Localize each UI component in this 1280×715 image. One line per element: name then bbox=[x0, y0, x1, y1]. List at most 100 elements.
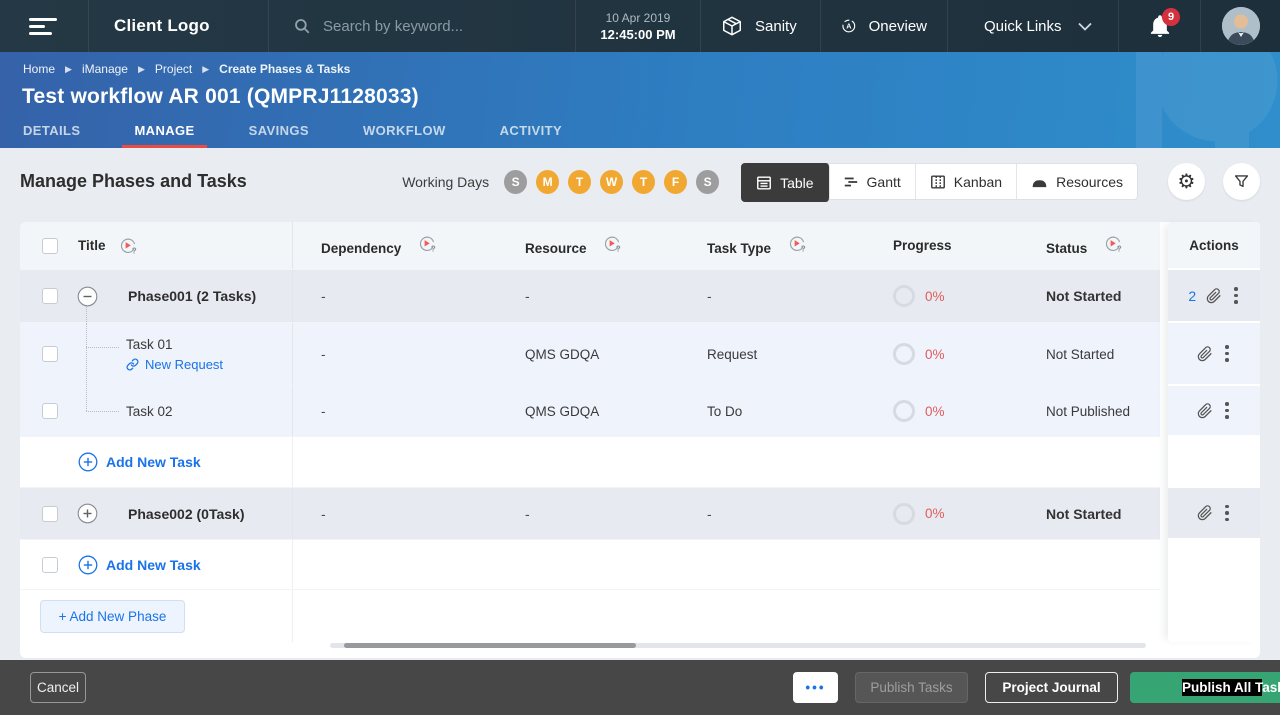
datetime-display: 10 Apr 2019 12:45:00 PM bbox=[575, 0, 700, 52]
cancel-button[interactable]: Cancel bbox=[30, 672, 86, 703]
add-new-task-button[interactable]: Add New Task bbox=[106, 454, 201, 470]
view-button-resources[interactable]: Resources bbox=[1017, 164, 1137, 199]
row-checkbox[interactable] bbox=[42, 403, 58, 419]
title-help-play-icon[interactable]: ? bbox=[119, 237, 137, 255]
horizontal-scrollbar-track[interactable] bbox=[330, 643, 1146, 648]
search-icon bbox=[293, 17, 311, 35]
dependency-value: - bbox=[321, 288, 326, 304]
tab-savings[interactable]: SAVINGS bbox=[237, 115, 321, 148]
notifications-button[interactable]: 9 bbox=[1118, 0, 1200, 52]
phase-title[interactable]: Phase002 (0Task) bbox=[128, 506, 244, 522]
search-input[interactable] bbox=[323, 18, 543, 35]
quick-links-label: Quick Links bbox=[984, 18, 1062, 35]
sanity-label: Sanity bbox=[755, 18, 797, 35]
resource-value: - bbox=[525, 506, 530, 522]
phases-tasks-table: Title ? Dependency ? Resource ? bbox=[20, 222, 1260, 658]
publish-all-highlighted-text: Publish All T bbox=[1182, 679, 1262, 696]
nav-item-oneview[interactable]: A Oneview bbox=[820, 0, 947, 52]
view-switcher: Table Gantt Kanban Resources bbox=[741, 163, 1138, 200]
column-header-resource: Resource bbox=[525, 241, 587, 256]
page-tabs: DETAILS MANAGE SAVINGS WORKFLOW ACTIVITY bbox=[11, 115, 1280, 148]
add-task-plus-icon[interactable] bbox=[78, 555, 98, 575]
task-type-value: - bbox=[707, 506, 712, 522]
search-bar[interactable] bbox=[268, 0, 575, 52]
oneview-label: Oneview bbox=[869, 18, 927, 35]
progress-ring bbox=[893, 503, 915, 525]
hamburger-menu-icon[interactable] bbox=[29, 14, 59, 39]
task-title[interactable]: Task 01 bbox=[126, 337, 223, 352]
project-journal-button[interactable]: Project Journal bbox=[985, 672, 1118, 703]
working-days-label: Working Days bbox=[402, 174, 489, 190]
day-badge-tuesday[interactable]: T bbox=[568, 170, 591, 194]
view-button-table[interactable]: Table bbox=[741, 163, 829, 202]
filter-button[interactable] bbox=[1223, 163, 1260, 200]
kebab-menu-icon[interactable] bbox=[1223, 503, 1231, 524]
select-all-checkbox[interactable] bbox=[42, 238, 58, 254]
task-request-link[interactable]: New Request bbox=[126, 357, 223, 372]
tab-workflow[interactable]: WORKFLOW bbox=[351, 115, 458, 148]
actions-cell-empty bbox=[1168, 437, 1260, 488]
kebab-menu-icon[interactable] bbox=[1223, 400, 1231, 421]
horizontal-scrollbar-thumb[interactable] bbox=[344, 643, 636, 648]
publish-all-tasks-button[interactable]: Publish All Tasks bbox=[1130, 672, 1280, 703]
day-badge-saturday[interactable]: S bbox=[696, 170, 719, 194]
add-new-task-button[interactable]: Add New Task bbox=[106, 557, 201, 573]
resource-value: QMS GDQA bbox=[525, 347, 599, 362]
paperclip-icon[interactable] bbox=[1197, 346, 1213, 362]
breadcrumb-separator-icon: ▶ bbox=[65, 64, 72, 75]
user-avatar[interactable] bbox=[1222, 7, 1260, 45]
paperclip-icon[interactable] bbox=[1206, 288, 1222, 304]
notification-count-badge: 9 bbox=[1162, 8, 1180, 26]
task-type-help-play-icon[interactable]: ? bbox=[788, 235, 806, 253]
publish-tasks-button[interactable]: Publish Tasks bbox=[855, 672, 968, 703]
phase-title[interactable]: Phase001 (2 Tasks) bbox=[128, 288, 256, 304]
attachment-count-link[interactable]: 2 bbox=[1188, 288, 1196, 304]
row-checkbox[interactable] bbox=[42, 557, 58, 573]
day-badge-wednesday[interactable]: W bbox=[600, 170, 623, 194]
page-header: Home ▶ iManage ▶ Project ▶ Create Phases… bbox=[0, 52, 1280, 148]
table-header-row: Title ? Dependency ? Resource ? bbox=[20, 222, 1160, 270]
task-title[interactable]: Task 02 bbox=[126, 404, 173, 419]
dependency-help-play-icon[interactable]: ? bbox=[418, 235, 436, 253]
row-checkbox[interactable] bbox=[42, 346, 58, 362]
kebab-menu-icon[interactable] bbox=[1232, 285, 1240, 306]
tab-activity[interactable]: ACTIVITY bbox=[488, 115, 574, 148]
row-checkbox[interactable] bbox=[42, 288, 58, 304]
tab-details[interactable]: DETAILS bbox=[11, 115, 92, 148]
cube-icon bbox=[721, 15, 743, 37]
breadcrumb-imanage[interactable]: iManage bbox=[82, 62, 128, 76]
row-checkbox[interactable] bbox=[42, 506, 58, 522]
settings-button[interactable]: ⚙ bbox=[1168, 163, 1205, 200]
tab-manage[interactable]: MANAGE bbox=[122, 115, 206, 148]
day-badge-sunday[interactable]: S bbox=[504, 170, 527, 194]
day-badge-thursday[interactable]: T bbox=[632, 170, 655, 194]
expand-phase-icon[interactable] bbox=[77, 503, 98, 524]
client-logo[interactable]: Client Logo bbox=[88, 0, 268, 52]
table-view-icon bbox=[756, 175, 772, 191]
tree-connector bbox=[86, 323, 87, 385]
phase-row: Phase001 (2 Tasks) - - - 0% Not Started bbox=[20, 270, 1160, 323]
kebab-menu-icon[interactable] bbox=[1223, 343, 1231, 364]
breadcrumb-project[interactable]: Project bbox=[155, 62, 192, 76]
paperclip-icon[interactable] bbox=[1197, 505, 1213, 521]
more-options-button[interactable]: ••• bbox=[793, 672, 838, 703]
oneview-icon: A bbox=[841, 14, 857, 38]
paperclip-icon[interactable] bbox=[1197, 403, 1213, 419]
view-button-kanban[interactable]: Kanban bbox=[916, 164, 1017, 199]
add-task-plus-icon[interactable] bbox=[78, 452, 98, 472]
breadcrumb-home[interactable]: Home bbox=[23, 62, 55, 76]
day-badge-monday[interactable]: M bbox=[536, 170, 559, 194]
resource-help-play-icon[interactable]: ? bbox=[603, 235, 621, 253]
progress-value: 0% bbox=[925, 289, 945, 304]
svg-text:?: ? bbox=[431, 244, 436, 253]
day-badge-friday[interactable]: F bbox=[664, 170, 687, 194]
nav-item-sanity[interactable]: Sanity bbox=[700, 0, 820, 52]
add-new-phase-button[interactable]: + Add New Phase bbox=[40, 600, 185, 633]
quick-links-dropdown[interactable]: Quick Links bbox=[947, 0, 1118, 52]
status-help-play-icon[interactable]: ? bbox=[1104, 235, 1122, 253]
view-button-label: Table bbox=[780, 175, 813, 191]
add-task-row: Add New Task bbox=[20, 437, 1160, 488]
view-button-gantt[interactable]: Gantt bbox=[829, 164, 916, 199]
collapse-phase-icon[interactable] bbox=[77, 286, 98, 307]
task-row: Task 02 - QMS GDQA To Do 0% Not Publishe… bbox=[20, 386, 1160, 437]
